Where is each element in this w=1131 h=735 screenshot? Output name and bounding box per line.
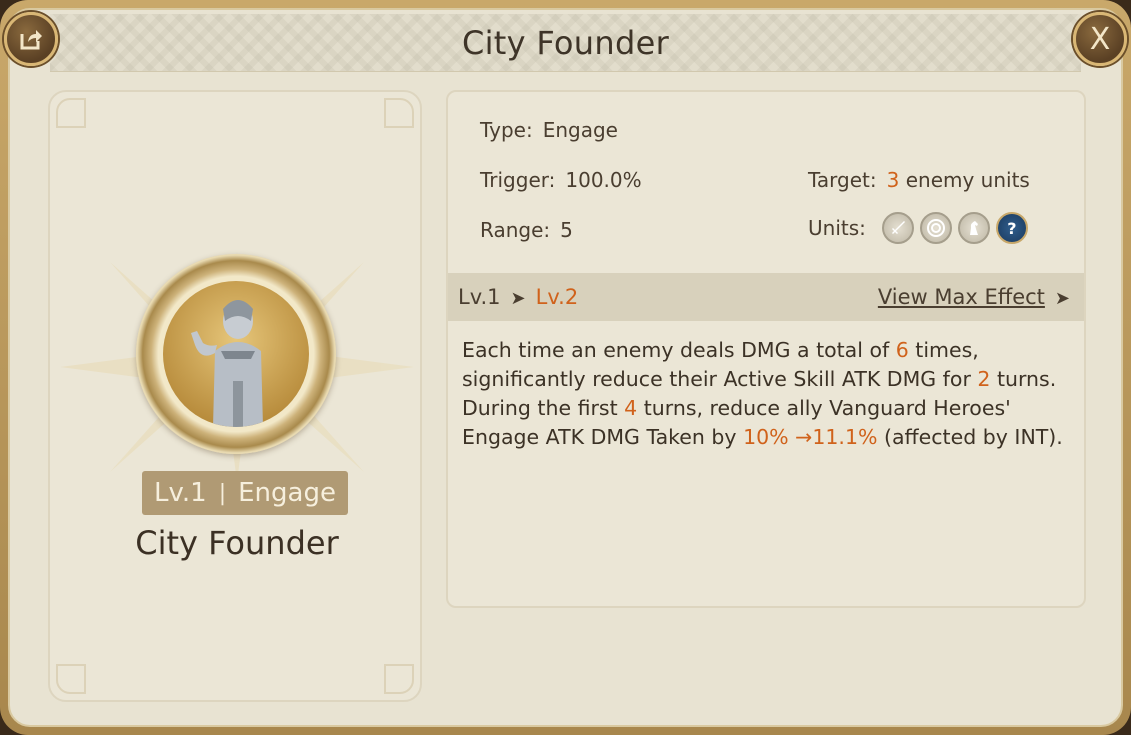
question-icon[interactable]: ? — [995, 212, 1028, 244]
stat-units-label: Units: — [808, 216, 866, 240]
desc-value: 2 — [977, 367, 991, 391]
stat-trigger-label: Trigger: — [480, 168, 556, 192]
desc-value: 4 — [624, 396, 638, 420]
arrow-right-icon: ➤ — [510, 288, 526, 309]
close-icon: X — [1089, 21, 1111, 57]
title-bar: City Founder — [50, 14, 1081, 72]
desc-value: 10% →11.1% — [743, 425, 878, 449]
badge-type: Engage — [238, 478, 336, 508]
stat-trigger: Trigger: 100.0% — [480, 168, 642, 192]
stat-target-count: 3 — [886, 168, 900, 192]
level-progression: Lv.1 ➤ Lv.2 — [458, 285, 578, 309]
stat-type-label: Type: — [480, 118, 533, 142]
hero-statue-image — [163, 281, 309, 427]
stat-type: Type: Engage — [480, 118, 618, 142]
corner-ornament — [56, 664, 86, 694]
stat-range: Range: 5 — [480, 218, 573, 242]
sword-icon[interactable] — [881, 212, 914, 244]
dialog-frame: City Founder Lv.1 | Engage City Founder … — [0, 0, 1131, 735]
corner-ornament — [56, 98, 86, 128]
skill-portrait — [136, 254, 336, 454]
stat-range-value: 5 — [560, 218, 573, 242]
skill-portrait-card: Lv.1 | Engage City Founder — [48, 90, 422, 702]
arrow-right-icon: ➤ — [1054, 288, 1070, 309]
level-next: Lv.2 — [535, 285, 579, 309]
badge-level: Lv.1 — [154, 478, 207, 508]
level-comparison-bar: Lv.1 ➤ Lv.2 View Max Effect ➤ — [448, 273, 1084, 321]
stat-target-suffix: enemy units — [905, 168, 1030, 192]
share-button[interactable] — [4, 12, 58, 66]
share-icon — [20, 30, 42, 50]
view-max-effect-label[interactable]: View Max Effect — [878, 285, 1045, 309]
desc-text: Each time an enemy deals DMG a total of — [462, 338, 896, 362]
stat-units: Units: ? — [808, 212, 1028, 244]
corner-ornament — [384, 664, 414, 694]
target-icon[interactable] — [919, 212, 952, 244]
desc-text: (affected by INT). — [877, 425, 1063, 449]
dialog-title: City Founder — [461, 23, 670, 62]
level-current: Lv.1 — [458, 285, 501, 309]
dialog-panel: City Founder Lv.1 | Engage City Founder … — [8, 8, 1123, 727]
corner-ornament — [384, 98, 414, 128]
badge-separator: | — [218, 480, 227, 506]
stat-target: Target: 3 enemy units — [808, 168, 1030, 192]
stat-type-value: Engage — [542, 118, 618, 142]
skill-description: Each time an enemy deals DMG a total of … — [462, 336, 1076, 452]
stat-target-label: Target: — [808, 168, 877, 192]
skill-details-card: Type: Engage Trigger: 100.0% Range: 5 Targe… — [446, 90, 1086, 608]
desc-value: 6 — [895, 338, 909, 362]
close-button[interactable]: X — [1073, 12, 1127, 66]
stat-range-label: Range: — [480, 218, 551, 242]
stat-trigger-value: 100.0% — [565, 168, 642, 192]
skill-name: City Founder — [135, 524, 339, 562]
level-type-badge: Lv.1 | Engage — [142, 471, 348, 515]
view-max-effect-link[interactable]: View Max Effect ➤ — [878, 285, 1070, 309]
horse-icon[interactable] — [957, 212, 990, 244]
